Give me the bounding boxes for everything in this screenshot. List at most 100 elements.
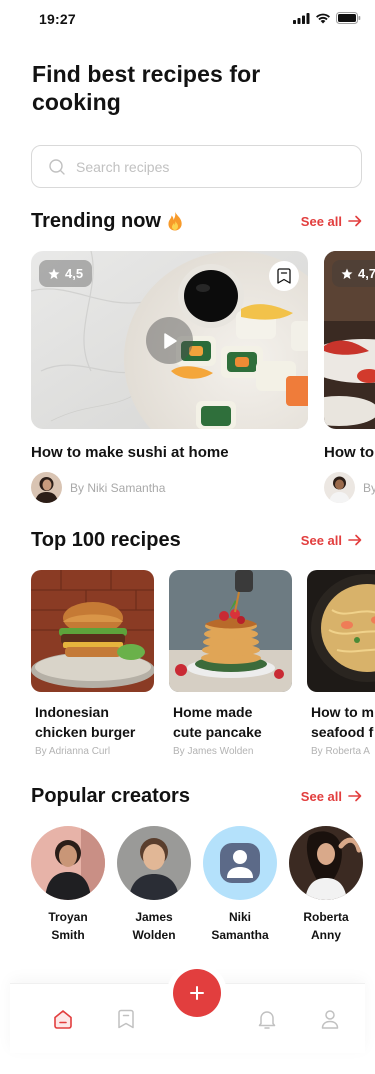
creator-last-name: Smith [51, 928, 85, 942]
pancake-image [169, 570, 292, 692]
signal-icon [293, 12, 310, 24]
top-recipes-title-text: Top 100 recipes [31, 528, 181, 551]
creator-name: Troyan Smith [31, 908, 105, 944]
recipe-title[interactable]: Indonesian chicken burger [31, 702, 154, 742]
rating-badge: 4,5 [39, 260, 93, 287]
creator-first-name: James [135, 910, 173, 924]
bookmark-icon [118, 1009, 134, 1029]
creator-item[interactable]: Roberta Anny [289, 826, 363, 944]
creators-see-all-label: See all [300, 788, 342, 804]
recipe-title-line: chicken burger [35, 724, 136, 740]
creators-title: Popular creators [31, 785, 190, 808]
trending-card-author[interactable]: By Niki Samantha [31, 472, 165, 503]
creator-name: Roberta Anny [289, 908, 363, 944]
bookmark-button[interactable] [269, 261, 299, 291]
search-box[interactable] [31, 145, 362, 188]
creator-name: Niki Samantha [203, 908, 277, 944]
nav-home[interactable] [51, 1007, 75, 1031]
creator-item[interactable]: Niki Samantha [203, 826, 277, 944]
recipe-author: By James Wolden [173, 746, 254, 757]
burger-image [31, 570, 154, 692]
recipe-image[interactable] [31, 570, 154, 692]
page-title: Find best recipes for cooking [32, 61, 261, 115]
play-button[interactable] [146, 317, 193, 364]
avatar [31, 472, 62, 503]
rating-value: 4,5 [65, 266, 84, 281]
home-icon [54, 1010, 72, 1029]
creator-last-name: Wolden [132, 928, 176, 942]
search-icon [49, 158, 65, 175]
arrow-right-icon [348, 790, 362, 802]
author-name: By Niki Samantha [70, 480, 166, 495]
arrow-right-icon [348, 534, 362, 546]
recipe-author: By Roberta A [311, 746, 370, 757]
search-input[interactable] [76, 158, 336, 175]
nav-saved[interactable] [114, 1007, 138, 1031]
trending-header: Trending now See all [31, 208, 362, 234]
add-icon [190, 986, 204, 1000]
recipe-card[interactable]: How to m seafood f By Roberta A [307, 570, 375, 757]
recipe-image[interactable] [307, 570, 375, 692]
rating-badge: 4,7 [332, 260, 375, 287]
recipe-title-line: seafood f [311, 724, 374, 740]
recipe-title[interactable]: How to m seafood f [307, 702, 375, 742]
trending-card-image[interactable]: 4,5 [31, 251, 308, 429]
creator-first-name: Roberta [303, 910, 349, 924]
wifi-icon [316, 13, 330, 23]
creator-name: James Wolden [117, 908, 191, 944]
trending-title-text: Trending now [31, 209, 161, 232]
add-button[interactable] [173, 969, 221, 1017]
trending-card-author[interactable]: By [324, 472, 375, 503]
creators-see-all[interactable]: See all [301, 789, 362, 804]
profile-icon [321, 1010, 339, 1029]
fire-icon [168, 211, 182, 231]
creator-item[interactable]: Troyan Smith [31, 826, 105, 944]
recipe-image[interactable] [169, 570, 292, 692]
top-recipes-title: Top 100 recipes [31, 529, 181, 552]
top-recipes-see-all[interactable]: See all [301, 533, 362, 548]
creators-header: Popular creators See all [31, 783, 362, 809]
trending-card-title[interactable]: How to [324, 444, 374, 461]
bookmark-icon [277, 268, 291, 284]
trending-card-title[interactable]: How to make sushi at home [31, 444, 229, 461]
star-icon [341, 268, 353, 279]
seafood-image [307, 570, 375, 692]
play-icon [163, 332, 177, 349]
avatar[interactable] [31, 826, 105, 900]
recipe-title-line: Home made [173, 704, 253, 720]
avatar[interactable] [203, 826, 277, 900]
trending-title: Trending now [31, 210, 183, 233]
status-icons [293, 12, 361, 24]
recipe-title-line: How to m [311, 704, 374, 720]
recipe-card[interactable]: Home made cute pancake By James Wolden [169, 570, 292, 757]
nav-notifications[interactable] [255, 1007, 279, 1031]
top-recipes-header: Top 100 recipes See all [31, 527, 362, 553]
bottom-nav [0, 969, 375, 1074]
creator-last-name: Samantha [211, 928, 269, 942]
creator-item[interactable]: James Wolden [117, 826, 191, 944]
recipe-title-line: Indonesian [35, 704, 109, 720]
status-time: 19:27 [39, 11, 76, 27]
creator-last-name: Anny [311, 928, 341, 942]
nav-profile[interactable] [318, 1007, 342, 1031]
trending-card[interactable]: 4,7 How to By [324, 251, 375, 511]
trending-see-all[interactable]: See all [301, 214, 362, 229]
bell-icon [258, 1011, 276, 1029]
trending-card-image[interactable]: 4,7 [324, 251, 375, 429]
author-name: By [363, 480, 375, 495]
trending-card[interactable]: 4,5 How to make sushi at home By Niki Sa… [31, 251, 308, 511]
trending-see-all-label: See all [300, 213, 342, 229]
creator-first-name: Niki [228, 910, 251, 924]
top-recipes-see-all-label: See all [300, 532, 342, 548]
battery-icon [336, 12, 361, 24]
status-bar: 19:27 [0, 0, 375, 40]
avatar[interactable] [117, 826, 191, 900]
creators-title-text: Popular creators [31, 784, 190, 807]
avatar[interactable] [289, 826, 363, 900]
rating-value: 4,7 [358, 266, 375, 281]
recipe-author: By Adrianna Curl [35, 746, 111, 757]
recipe-card[interactable]: Indonesian chicken burger By Adrianna Cu… [31, 570, 154, 757]
creator-first-name: Troyan [48, 910, 88, 924]
recipe-title[interactable]: Home made cute pancake [169, 702, 292, 742]
recipe-title-line: cute pancake [173, 724, 262, 740]
